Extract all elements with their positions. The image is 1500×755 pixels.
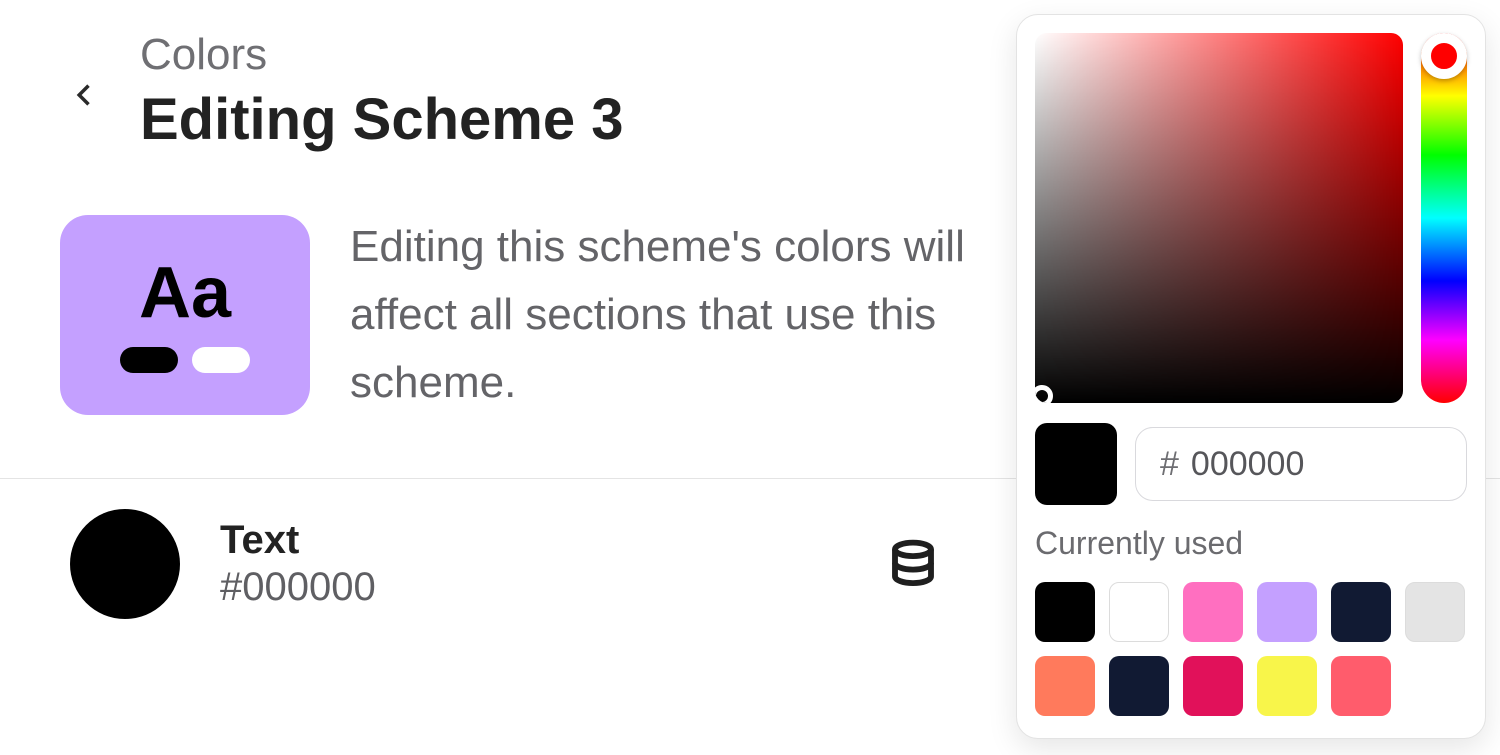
sv-handle[interactable] (1035, 385, 1053, 403)
swatch-000000[interactable] (1035, 582, 1095, 642)
swatch-111a33[interactable] (1331, 582, 1391, 642)
swatch-c4a0ff[interactable] (1257, 582, 1317, 642)
currently-used-swatches (1035, 582, 1467, 716)
hue-handle[interactable] (1421, 33, 1467, 79)
swatch-111a33[interactable] (1109, 656, 1169, 716)
swatch-e4e4e4[interactable] (1405, 582, 1465, 642)
breadcrumb[interactable]: Colors (140, 30, 623, 80)
saturation-value-field[interactable] (1035, 33, 1403, 403)
color-property-name: Text (220, 518, 846, 563)
scheme-preview-pill-light (192, 347, 250, 373)
swatch-ffffff[interactable] (1109, 582, 1169, 642)
color-picker-popover: # Currently used (1016, 14, 1486, 739)
scheme-info-text: Editing this scheme's colors will affect… (350, 213, 1000, 418)
scheme-preview: Aa (60, 215, 310, 415)
scheme-preview-sample-text: Aa (139, 257, 231, 329)
color-property-swatch (70, 509, 180, 619)
swatch-ff7a5c[interactable] (1035, 656, 1095, 716)
swatch-e1115a[interactable] (1183, 656, 1243, 716)
chevron-left-icon (71, 81, 99, 109)
back-button[interactable] (60, 70, 110, 120)
hex-input[interactable] (1191, 445, 1442, 484)
hex-prefix: # (1160, 445, 1179, 484)
dynamic-source-icon[interactable] (886, 537, 940, 591)
color-property-value: #000000 (220, 565, 846, 610)
hex-input-field[interactable]: # (1135, 427, 1467, 501)
swatch-ff6fc0[interactable] (1183, 582, 1243, 642)
hue-slider[interactable] (1421, 33, 1467, 403)
currently-used-label: Currently used (1035, 525, 1467, 562)
current-color-swatch (1035, 423, 1117, 505)
swatch-f8f54a[interactable] (1257, 656, 1317, 716)
swatch-ff5c6c[interactable] (1331, 656, 1391, 716)
page-title: Editing Scheme 3 (140, 86, 623, 153)
scheme-preview-pill-dark (120, 347, 178, 373)
